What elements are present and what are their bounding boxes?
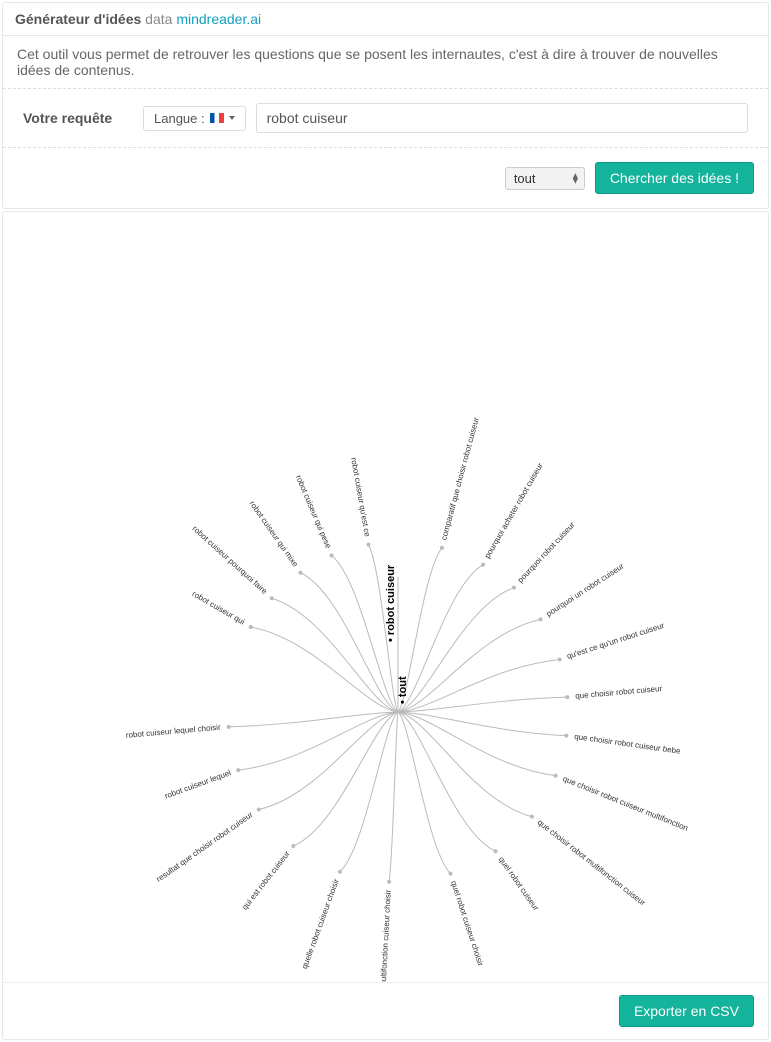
filter-select-wrap: tout ▲▼ — [505, 167, 585, 190]
svg-text:• tout: • tout — [397, 676, 409, 704]
svg-text:que choisir robot cuiseur: que choisir robot cuiseur — [575, 684, 663, 701]
svg-text:qu'est ce qu'un robot cuiseur: qu'est ce qu'un robot cuiseur — [566, 621, 666, 661]
flag-fr-icon — [210, 113, 224, 123]
controls-panel: Générateur d'idées data mindreader.ai Ce… — [2, 2, 769, 209]
svg-text:robot cuiseur pourquoi faire: robot cuiseur pourquoi faire — [191, 524, 270, 596]
svg-text:comparatif que choisir robot c: comparatif que choisir robot cuiseur — [439, 416, 481, 541]
header-sub: data — [145, 11, 172, 27]
language-dropdown[interactable]: Langue : — [143, 106, 246, 131]
svg-text:quel robot cuiseur: quel robot cuiseur — [497, 855, 541, 913]
footer-row: Exporter en CSV — [3, 982, 768, 1039]
search-button[interactable]: Chercher des idées ! — [595, 162, 754, 194]
description-text: Cet outil vous permet de retrouver les q… — [3, 36, 768, 89]
header-title: Générateur d'idées — [15, 11, 141, 27]
svg-text:qui est robot cuiseur: qui est robot cuiseur — [240, 849, 292, 912]
svg-text:quel robot cuiseur choisir: quel robot cuiseur choisir — [449, 880, 485, 968]
query-label: Votre requête — [23, 110, 133, 126]
svg-text:• robot cuiseur: • robot cuiseur — [385, 564, 397, 642]
radial-chart-svg: • robot cuiseur robot cuiseur pourquoi fa… — [3, 212, 770, 982]
actions-row: tout ▲▼ Chercher des idées ! — [3, 148, 768, 208]
svg-text:robot cuiseur lequel: robot cuiseur lequel — [163, 768, 232, 800]
svg-text:quelle robot cuiseur choisir: quelle robot cuiseur choisir — [300, 877, 341, 970]
query-input[interactable] — [256, 103, 748, 133]
svg-text:resultat que choisir robot cui: resultat que choisir robot cuiseur — [155, 810, 255, 884]
query-row: Votre requête Langue : — [3, 89, 768, 148]
caret-down-icon — [229, 116, 235, 120]
svg-text:que choisir robot multifonctio: que choisir robot multifonction cuiseur — [536, 818, 648, 908]
radial-chart: • robot cuiseur robot cuiseur pourquoi fa… — [3, 212, 768, 982]
svg-text:robot cuiseur qui pese: robot cuiseur qui pese — [294, 474, 333, 550]
svg-text:robot multifonction cuiseur ch: robot multifonction cuiseur choisir — [378, 889, 393, 982]
svg-text:que choisir robot cuiseur bebe: que choisir robot cuiseur bebe — [574, 732, 682, 756]
language-label: Langue : — [154, 111, 205, 126]
svg-text:pourquoi un robot cuiseur: pourquoi un robot cuiseur — [545, 561, 626, 618]
visualization-panel: • robot cuiseur robot cuiseur pourquoi fa… — [2, 211, 769, 1040]
updown-icon: ▲▼ — [571, 173, 580, 184]
svg-text:que choisir robot cuiseur mult: que choisir robot cuiseur multifonction — [561, 774, 689, 833]
svg-text:pourquoi robot cuiseur: pourquoi robot cuiseur — [516, 520, 577, 585]
panel-header: Générateur d'idées data mindreader.ai — [3, 3, 768, 36]
svg-text:robot cuiseur qu'est ce: robot cuiseur qu'est ce — [349, 457, 372, 538]
export-csv-button[interactable]: Exporter en CSV — [619, 995, 754, 1027]
svg-text:robot cuiseur qui: robot cuiseur qui — [191, 589, 247, 626]
svg-text:pourquoi acheter robot cuiseur: pourquoi acheter robot cuiseur — [483, 461, 545, 560]
svg-text:robot cuiseur qui mixe: robot cuiseur qui mixe — [248, 499, 301, 569]
svg-text:robot cuiseur lequel choisir: robot cuiseur lequel choisir — [125, 723, 221, 740]
header-link[interactable]: mindreader.ai — [176, 11, 261, 27]
